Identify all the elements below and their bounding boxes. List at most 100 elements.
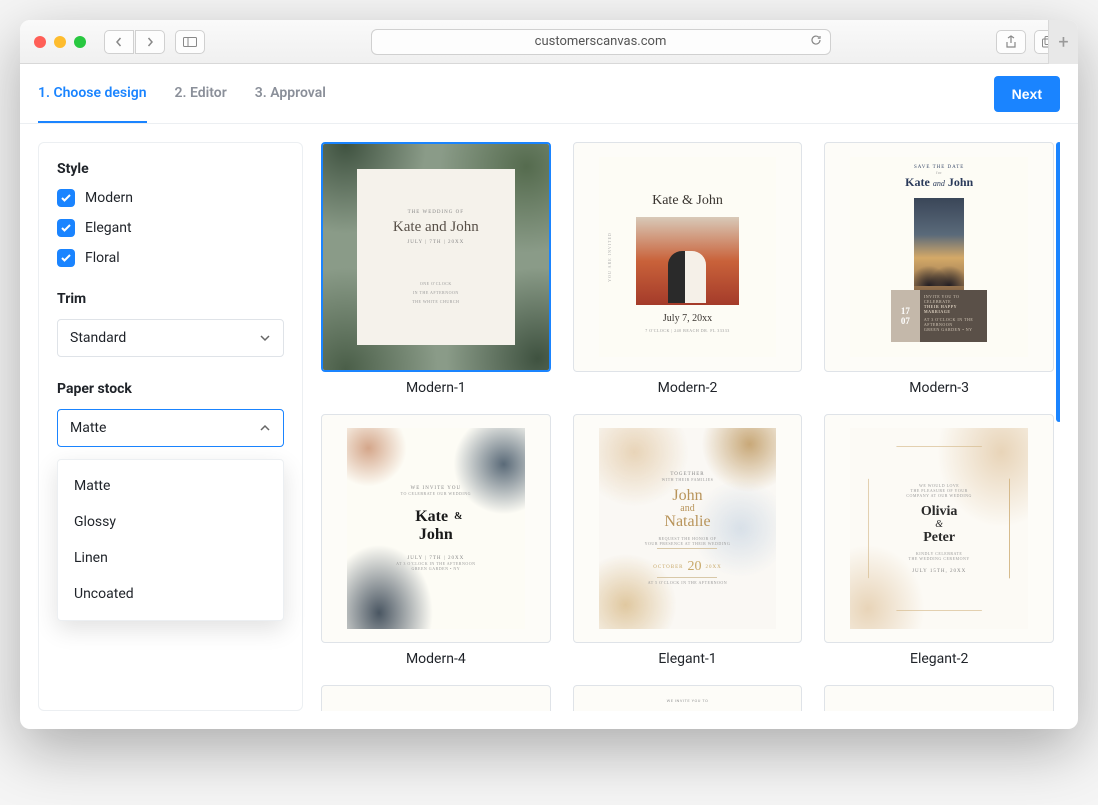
checkbox-modern[interactable]: Modern (57, 189, 284, 207)
step-choose-design[interactable]: 1. Choose design (38, 65, 147, 123)
design-card-elegant-1: TOGETHER WITH THEIR FAMILIES John and Na… (573, 414, 803, 668)
paper-stock-label: Paper stock (57, 381, 284, 397)
paper-stock-select[interactable]: Matte (57, 409, 284, 447)
trim-select[interactable]: Standard (57, 319, 284, 357)
design-label: Modern-2 (658, 380, 718, 396)
design-thumb[interactable]: WE WOULD LOVE THE PLEASURE OF YOUR COMPA… (824, 414, 1054, 644)
forward-button[interactable] (135, 30, 165, 54)
style-section: Style Modern Elegant Floral (57, 161, 284, 267)
invite-name2: Natalie (645, 514, 731, 530)
invite-foot: AT 5 O'CLOCK IN THE AFTERNOON (645, 580, 731, 585)
invite-foot: GREEN GARDEN • NY (396, 566, 475, 571)
window-controls (34, 36, 86, 48)
trim-section: Trim Standard (57, 291, 284, 357)
design-card-modern-2: YOU ARE INVITED Kate & John July 7, 20xx… (573, 142, 803, 396)
design-thumb-peek[interactable] (824, 685, 1054, 711)
design-label: Elegant-2 (910, 651, 968, 667)
invite-photo (636, 217, 739, 305)
refresh-icon[interactable] (810, 34, 822, 50)
browser-window: customerscanvas.com + 1. Choose design 2… (20, 20, 1078, 729)
dropdown-item-glossy[interactable]: Glossy (58, 504, 283, 540)
invite-amp: & (906, 519, 972, 530)
style-label: Style (57, 161, 284, 177)
sidebar-icon (183, 37, 197, 47)
design-thumb[interactable]: THE WEDDING OF Kate and John JULY | 7TH … (321, 142, 551, 372)
chevron-right-icon (145, 37, 155, 47)
dropdown-item-uncoated[interactable]: Uncoated (58, 576, 283, 612)
design-label: Elegant-1 (658, 651, 716, 667)
design-thumb-peek[interactable]: WE INVITE YOU TO (573, 685, 803, 711)
checkbox-floral[interactable]: Floral (57, 249, 284, 267)
invite-foot: IN THE AFTERNOON (413, 290, 459, 295)
close-window-icon[interactable] (34, 36, 46, 48)
app-body: Style Modern Elegant Floral Trim Standar… (20, 124, 1078, 729)
paper-stock-dropdown: Matte Glossy Linen Uncoated (57, 459, 284, 621)
paper-stock-selected-value: Matte (70, 420, 106, 436)
design-label: Modern-3 (909, 380, 969, 396)
url-bar[interactable]: customerscanvas.com (371, 29, 831, 55)
dropdown-item-linen[interactable]: Linen (58, 540, 283, 576)
invite-sub: TO CELEBRATE OUR WEDDING (396, 491, 475, 496)
invite-date: JULY | 7TH | 20XX (407, 240, 464, 245)
invite-photo (914, 198, 964, 290)
step-editor[interactable]: 2. Editor (175, 65, 227, 123)
invite-head: THE PLEASURE OF YOUR (906, 488, 972, 493)
checkbox-icon (57, 219, 75, 237)
invite-name1: Olivia (906, 504, 972, 519)
trim-label: Trim (57, 291, 284, 307)
share-icon (1005, 35, 1017, 49)
invite-foot: ONE O'CLOCK (420, 281, 452, 286)
step-approval[interactable]: 3. Approval (255, 65, 326, 123)
maximize-window-icon[interactable] (74, 36, 86, 48)
design-thumb[interactable]: SAVE THE DATE for Kate and John (824, 142, 1054, 372)
peek-text: WE INVITE YOU TO (667, 698, 709, 703)
invite-date: OCTOBER 20 20XX (645, 559, 731, 575)
paper-stock-section: Paper stock Matte (57, 381, 284, 447)
share-button[interactable] (996, 30, 1026, 54)
design-label: Modern-1 (406, 380, 466, 396)
trim-selected-value: Standard (70, 330, 126, 346)
invite-name1: John (645, 488, 731, 504)
nav-buttons (104, 30, 165, 54)
invite-foot: THE WHITE CHURCH (412, 299, 459, 304)
invite-req: YOUR PRESENCE AT THEIR WEDDING (645, 541, 731, 546)
invite-date: JULY 15TH, 20XX (906, 569, 972, 574)
invite-foot: AT 3 O'CLOCK IN THE AFTERNOON (396, 561, 475, 566)
invite-names: Kate and John (393, 219, 479, 236)
checkbox-icon (57, 189, 75, 207)
new-tab-button[interactable]: + (1048, 20, 1078, 64)
design-thumb[interactable]: WE INVITE YOU TO CELEBRATE OUR WEDDING K… (321, 414, 551, 644)
checkbox-label: Elegant (85, 220, 132, 236)
plus-icon: + (1058, 32, 1068, 53)
invite-names: Kate& John (396, 508, 475, 543)
design-card-modern-1: THE WEDDING OF Kate and John JULY | 7TH … (321, 142, 551, 396)
invite-info: INVITE YOU TO CELEBRATE THEIR HAPPY MARR… (920, 290, 988, 342)
next-button[interactable]: Next (994, 76, 1060, 112)
invite-foot: 7 O'CLOCK | 240 BEACH DR. FL 33333 (645, 328, 730, 333)
url-text: customerscanvas.com (535, 34, 667, 49)
design-gallery: THE WEDDING OF Kate and John JULY | 7TH … (321, 142, 1060, 711)
titlebar: customerscanvas.com + (20, 20, 1078, 64)
checkbox-label: Floral (85, 250, 120, 266)
app-header: 1. Choose design 2. Editor 3. Approval N… (20, 64, 1078, 124)
chevron-down-icon (259, 330, 271, 346)
chevron-left-icon (114, 37, 124, 47)
dropdown-item-matte[interactable]: Matte (58, 468, 283, 504)
invite-sub: THE WEDDING CEREMONY (906, 556, 972, 561)
scrollbar[interactable] (1056, 142, 1060, 422)
back-button[interactable] (104, 30, 134, 54)
invite-date-block: 17 07 (891, 290, 920, 342)
design-thumb[interactable]: YOU ARE INVITED Kate & John July 7, 20xx… (573, 142, 803, 372)
design-thumb-peek[interactable] (321, 685, 551, 711)
sidebar-toggle-button[interactable] (175, 30, 205, 54)
design-card-modern-3: SAVE THE DATE for Kate and John (824, 142, 1054, 396)
design-card-elegant-2: WE WOULD LOVE THE PLEASURE OF YOUR COMPA… (824, 414, 1054, 668)
design-thumb[interactable]: TOGETHER WITH THEIR FAMILIES John and Na… (573, 414, 803, 644)
minimize-window-icon[interactable] (54, 36, 66, 48)
design-label: Modern-4 (406, 651, 466, 667)
checkbox-icon (57, 249, 75, 267)
checkbox-elegant[interactable]: Elegant (57, 219, 284, 237)
invite-names: Kate and John (905, 175, 973, 190)
invite-head: COMPANY AT OUR WEDDING (906, 493, 972, 498)
invite-save: SAVE THE DATE (905, 165, 973, 170)
